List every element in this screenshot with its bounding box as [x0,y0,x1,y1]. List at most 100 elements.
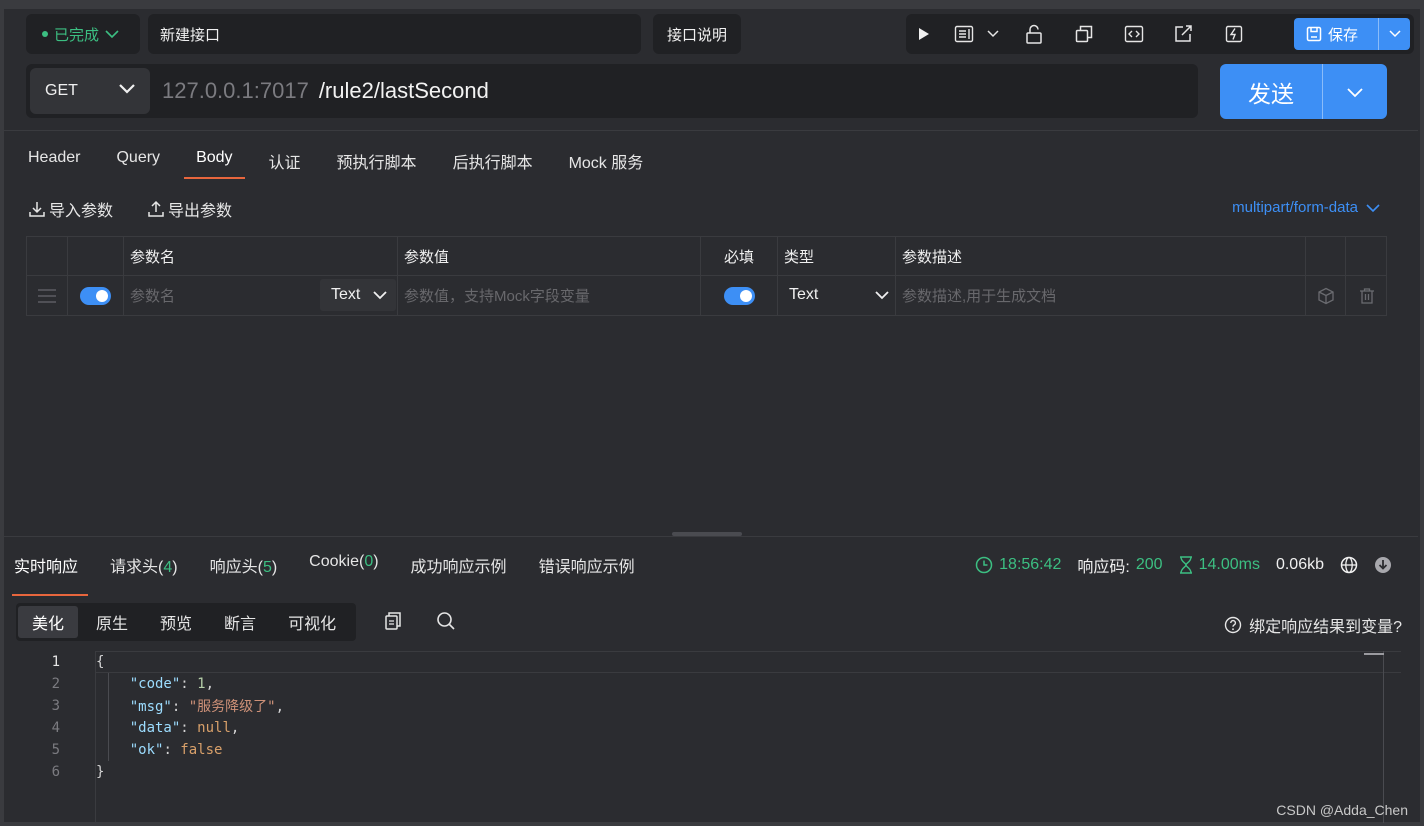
code-line: 5 "ok": false [16,739,1400,761]
chevron-down-icon [875,290,889,300]
tab-visualize[interactable]: 可视化 [274,606,350,638]
param-name-input[interactable]: 参数名 [130,285,175,306]
status-code: 响应码: 200 [1077,553,1162,577]
download-icon [28,200,46,218]
globe-icon[interactable] [1340,556,1358,574]
tab-preview[interactable]: 预览 [146,606,206,638]
tab-post-script[interactable]: 后执行脚本 [451,149,535,179]
trash-icon[interactable] [1358,287,1376,305]
tab-raw[interactable]: 原生 [82,606,142,638]
save-dropdown-button[interactable] [1378,18,1410,50]
line-number: 3 [51,698,60,714]
content-type-select[interactable]: multipart/form-data [1232,199,1380,216]
tab-request-headers[interactable]: 请求头(4) [110,553,178,583]
param-description-input[interactable]: 参数描述,用于生成文档 [902,285,1056,306]
method-label: GET [45,82,78,99]
response-meta: 18:56:42 响应码: 200 14.00ms 0.06kb [975,553,1392,577]
export-params-button[interactable]: 导出参数 [147,197,232,221]
tab-label: Cookie( [309,553,365,570]
document-icon[interactable] [952,17,976,51]
import-params-label: 导入参数 [49,203,114,220]
header-description: 参数描述 [896,237,1306,276]
tab-assert[interactable]: 断言 [210,606,270,638]
api-doc-button[interactable]: 接口说明 [653,14,741,54]
tab-cookie[interactable]: Cookie(0) [309,553,378,583]
param-value-input[interactable]: 参数值，支持Mock字段变量 [404,285,590,306]
json-value: null [197,720,231,736]
send-label[interactable]: 发送 [1220,75,1322,109]
params-table: 参数名 参数值 必填 类型 参数描述 参数名 Text 参数值，支持Mock字段… [26,236,1387,316]
response-tabs: 实时响应 请求头(4) 响应头(5) Cookie(0) 成功响应示例 错误响应… [11,553,667,596]
send-dropdown-button[interactable] [1322,64,1387,119]
save-button[interactable]: 保存 [1294,18,1410,50]
code-text: "data": null, [129,720,240,736]
url-host: 127.0.0.1:7017 [162,78,309,103]
hourglass-icon [1179,556,1193,574]
tab-error-example[interactable]: 错误响应示例 [539,553,635,583]
chevron-down-icon[interactable] [984,17,1002,51]
required-cell [701,276,778,315]
copy-icon[interactable] [1072,17,1096,51]
line-number: 1 [51,654,60,670]
field-type-select[interactable]: Text [320,279,396,311]
watermark: CSDN @Adda_Chen [1276,802,1408,818]
required-toggle[interactable] [723,286,755,305]
tab-auth[interactable]: 认证 [267,149,303,179]
code-text: "msg": "服务降级了", [129,699,285,715]
header-required: 必填 [701,237,778,276]
line-number: 6 [51,764,60,780]
status-dot [42,31,48,37]
method-select[interactable]: GET [30,68,150,114]
play-icon[interactable] [912,17,936,51]
json-value: 1 [197,676,206,692]
code-line: 4 "data": null, [16,717,1400,739]
param-name-cell: 参数名 Text [124,276,398,315]
tab-header[interactable]: Header [26,149,82,179]
chevron-down-icon [1388,30,1401,38]
api-name-input[interactable]: 新建接口 [148,14,641,54]
request-panel: Header Query Body 认证 预执行脚本 后执行脚本 Mock 服务… [4,130,1418,532]
tab-query[interactable]: Query [114,149,162,179]
tab-body[interactable]: Body [183,149,246,179]
bind-variable-link[interactable]: 绑定响应结果到变量? [1224,613,1402,637]
tab-beautify[interactable]: 美化 [18,606,79,638]
tab-mock-service[interactable]: Mock 服务 [567,149,646,179]
import-params-button[interactable]: 导入参数 [28,197,113,221]
response-size: 0.06kb [1275,556,1324,573]
download-icon[interactable] [1374,556,1392,574]
tab-label: 成功响应示例 [410,559,507,576]
response-duration: 14.00ms [1179,556,1260,574]
header-enable-col [68,237,124,276]
cube-icon[interactable] [1317,287,1335,305]
tab-success-example[interactable]: 成功响应示例 [411,553,507,583]
response-panel: 实时响应 请求头(4) 响应头(5) Cookie(0) 成功响应示例 错误响应… [4,536,1418,823]
unlock-icon[interactable] [1022,17,1046,51]
json-value: "服务降级了" [188,699,276,715]
tab-realtime-response[interactable]: 实时响应 [11,553,89,596]
search-icon[interactable] [436,611,456,631]
code-icon[interactable] [1122,17,1146,51]
tab-pre-script[interactable]: 预执行脚本 [335,149,419,179]
response-body-editor[interactable]: 1 { 2 "code": 1, 3 "msg": "服务降级了", 4 "da… [16,651,1401,823]
send-button[interactable]: 发送 [1220,64,1387,119]
code-text: } [96,764,105,780]
status-dropdown[interactable]: 已完成 [26,14,140,54]
json-key: "code" [129,676,181,692]
share-icon[interactable] [1172,17,1196,51]
drag-handle-icon [37,288,57,304]
drag-handle[interactable] [27,276,68,315]
url-input[interactable]: 127.0.0.1:7017/rule2/lastSecond [162,78,489,104]
response-time: 18:56:42 [975,556,1061,574]
save-main[interactable]: 保存 [1294,24,1378,45]
header-type: 类型 [778,237,896,276]
chevron-down-icon [373,290,387,300]
line-number: 2 [51,676,60,692]
flash-icon[interactable] [1222,17,1246,51]
mock-cell [1306,276,1346,315]
type-select[interactable]: Text [789,279,893,311]
view-tools [384,611,456,631]
copy-icon[interactable] [384,611,402,631]
tab-response-headers[interactable]: 响应头(5) [210,553,278,583]
enable-toggle[interactable] [80,286,111,305]
code-line: 2 "code": 1, [16,673,1400,695]
